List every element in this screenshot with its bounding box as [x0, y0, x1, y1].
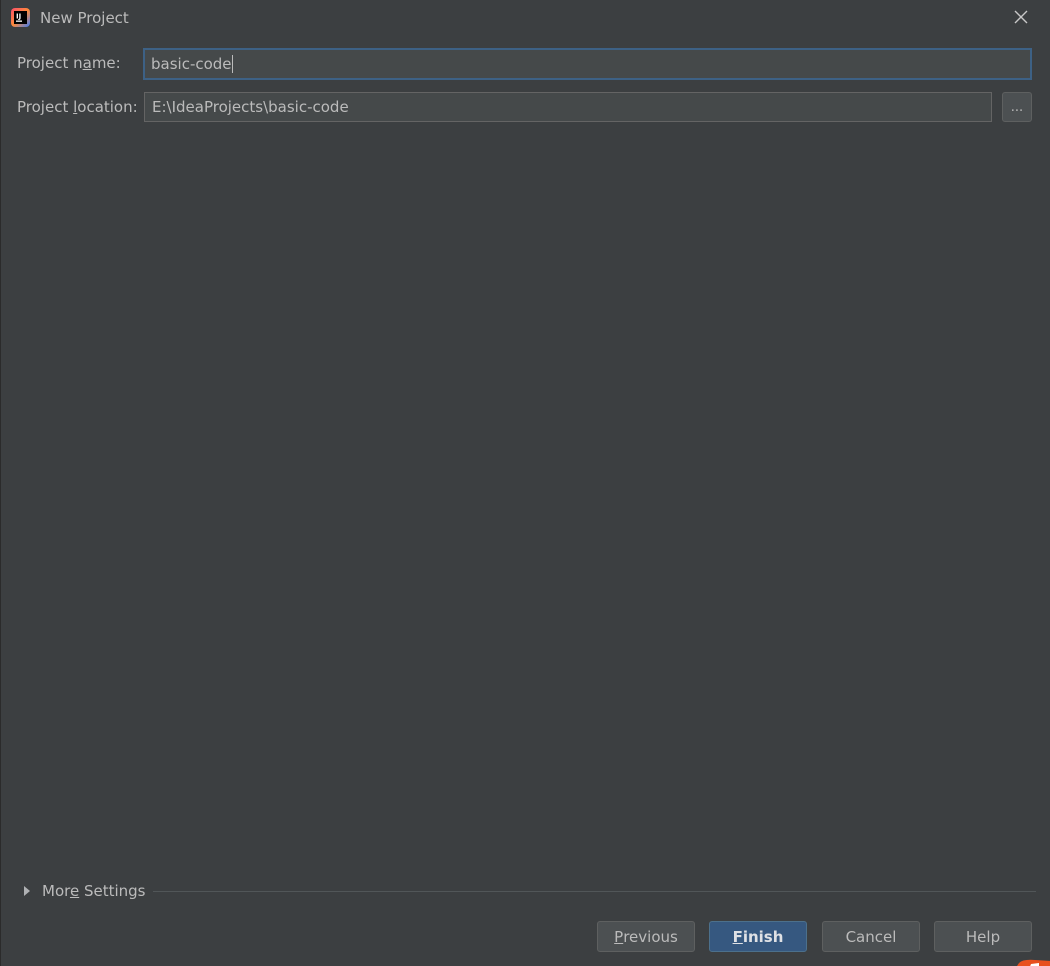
help-button[interactable]: Help [934, 921, 1032, 952]
project-name-label: Project name: [17, 54, 121, 72]
more-settings-toggle[interactable]: More Settings [21, 880, 146, 902]
project-location-input[interactable]: E:\IdeaProjects\basic-code [144, 92, 992, 122]
intellij-icon: IJ [10, 7, 31, 28]
new-project-dialog: IJ New Project Project name: basic-code … [0, 0, 1050, 966]
svg-text:IJ: IJ [16, 13, 21, 21]
expand-arrow-icon [24, 886, 30, 896]
title-bar: IJ New Project [1, 0, 1050, 36]
more-settings-label: More Settings [42, 882, 146, 900]
text-caret [231, 55, 233, 73]
previous-button[interactable]: Previous [597, 921, 695, 952]
close-button[interactable] [1009, 7, 1033, 29]
more-settings-divider [153, 891, 1036, 892]
cancel-button[interactable]: Cancel [822, 921, 920, 952]
project-location-value: E:\IdeaProjects\basic-code [152, 98, 349, 116]
project-name-input[interactable]: basic-code [143, 48, 1032, 80]
project-location-label: Project location: [17, 98, 138, 116]
project-name-value: basic-code [151, 55, 232, 73]
dialog-title: New Project [40, 9, 129, 27]
browse-location-button[interactable]: ... [1002, 92, 1032, 122]
finish-button[interactable]: Finish [709, 921, 807, 952]
corner-overlay-icon [1013, 954, 1050, 966]
close-icon [1014, 9, 1028, 28]
